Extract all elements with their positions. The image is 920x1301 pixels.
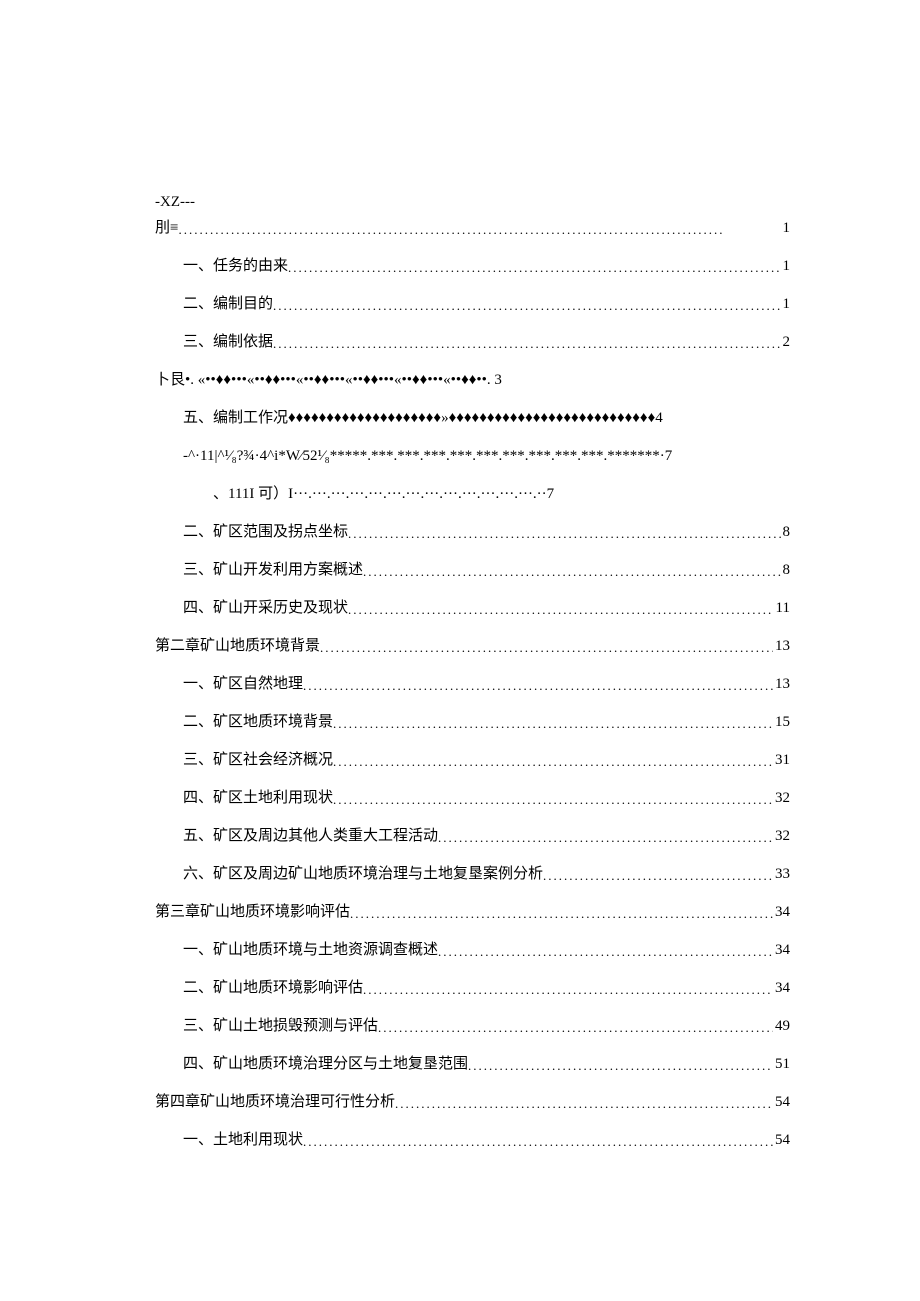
toc-label: 二、矿区地质环境背景 (183, 710, 333, 734)
toc-page: 32 (773, 824, 790, 848)
toc-label: 四、矿山地质环境治理分区与土地复垦范围 (183, 1052, 468, 1076)
toc-leader: ........................................… (333, 790, 773, 810)
toc-page: 8 (781, 558, 791, 582)
toc-label: 一、土地利用现状 (183, 1128, 303, 1152)
toc-label: 二、编制目的 (183, 292, 273, 316)
toc-header-label: 刖≡ (155, 216, 178, 240)
toc-label: -^·11|^¹⁄₈?¾·4^i*W⁄52¹⁄₈*****.***.***.**… (183, 444, 672, 468)
toc-entry: 第二章矿山地质环境背景.............................… (155, 634, 790, 658)
toc-page: 8 (781, 520, 791, 544)
toc-label: 三、矿区社会经济概况 (183, 748, 333, 772)
toc-label: 六、矿区及周边矿山地质环境治理与土地复垦案例分析 (183, 862, 543, 886)
toc-leader: ........................................… (333, 714, 773, 734)
toc-leader: ........................................… (468, 1056, 773, 1076)
toc-entry: 二、矿区地质环境背景..............................… (155, 710, 790, 734)
toc-entry: 四、矿山地质环境治理分区与土地复垦范围.....................… (155, 1052, 790, 1076)
toc-label: 第四章矿山地质环境治理可行性分析 (155, 1090, 395, 1114)
toc-entry: 六、矿区及周边矿山地质环境治理与土地复垦案例分析................… (155, 862, 790, 886)
toc-entry: 二、矿区范围及拐点坐标.............................… (155, 520, 790, 544)
toc-leader: ........................................… (363, 562, 780, 582)
toc-page: 31 (773, 748, 790, 772)
toc-entry: 卜艮•. «••♦♦•••«••♦♦•••«••♦♦•••«••♦♦•••«••… (155, 368, 790, 392)
toc-leader: ........................................… (363, 980, 773, 1000)
toc-page: 34 (773, 938, 790, 962)
toc-entry: 五、矿区及周边其他人类重大工程活动.......................… (155, 824, 790, 848)
toc-entry: 三、矿区社会经济概况..............................… (155, 748, 790, 772)
toc-entry: 二、编制目的..................................… (155, 292, 790, 316)
toc-entry: 三、矿山土地损毁预测与评估...........................… (155, 1014, 790, 1038)
toc-label: 一、矿区自然地理 (183, 672, 303, 696)
toc-entry: 二、矿山地质环境影响评估............................… (155, 976, 790, 1000)
toc-page: 49 (773, 1014, 790, 1038)
toc-label: 三、矿山土地损毁预测与评估 (183, 1014, 378, 1038)
toc-page: 34 (773, 976, 790, 1000)
toc-page: 13 (773, 672, 790, 696)
toc-leader: ........................................… (320, 638, 773, 658)
toc-entry: 一、矿区自然地理................................… (155, 672, 790, 696)
toc-label: 四、矿山开采历史及现状 (183, 596, 348, 620)
toc-entry: 一、土地利用现状................................… (155, 1128, 790, 1152)
toc-leader: ........................................… (303, 676, 773, 696)
toc-leader: ........................................… (333, 752, 773, 772)
toc-label: 、111I 可）I···.···.···.···.···.···.···.···… (213, 482, 554, 506)
toc-label: 第二章矿山地质环境背景 (155, 634, 320, 658)
toc-entry: 第四章矿山地质环境治理可行性分析........................… (155, 1090, 790, 1114)
toc-leader: ........................................… (378, 1018, 773, 1038)
toc-leader: ........................................… (395, 1094, 773, 1114)
toc-leader: ........................................… (303, 1132, 773, 1152)
toc-container: -XZ--- 刖≡ ..............................… (155, 190, 790, 1152)
toc-entry: 四、矿山开采历史及现状.............................… (155, 596, 790, 620)
toc-page: 32 (773, 786, 790, 810)
toc-list: 一、任务的由来.................................… (155, 254, 790, 1152)
toc-page: 15 (773, 710, 790, 734)
toc-leader: ........................................… (543, 866, 773, 886)
toc-leader: ........................................… (438, 828, 773, 848)
toc-label: 卜艮•. «••♦♦•••«••♦♦•••«••♦♦•••«••♦♦•••«••… (155, 368, 502, 392)
toc-entry: 三、编制依据..................................… (155, 330, 790, 354)
toc-page: 54 (773, 1090, 790, 1114)
toc-entry: -^·11|^¹⁄₈?¾·4^i*W⁄52¹⁄₈*****.***.***.**… (155, 444, 790, 468)
toc-header-page: 1 (781, 216, 791, 240)
toc-label: 一、矿山地质环境与土地资源调查概述 (183, 938, 438, 962)
toc-label: 三、编制依据 (183, 330, 273, 354)
toc-label: 二、矿山地质环境影响评估 (183, 976, 363, 1000)
toc-leader: ........................................… (350, 904, 773, 924)
toc-label: 第三章矿山地质环境影响评估 (155, 900, 350, 924)
toc-page: 51 (773, 1052, 790, 1076)
toc-leader: ........................................… (178, 220, 780, 240)
toc-page: 13 (773, 634, 790, 658)
toc-entry: 三、矿山开发利用方案概述............................… (155, 558, 790, 582)
toc-page: 34 (773, 900, 790, 924)
toc-label: 四、矿区土地利用现状 (183, 786, 333, 810)
toc-leader: ........................................… (273, 296, 780, 316)
header-code: -XZ--- (155, 190, 790, 214)
toc-entry: 第三章矿山地质环境影响评估...........................… (155, 900, 790, 924)
toc-leader: ........................................… (348, 524, 780, 544)
toc-label: 五、编制工作况♦♦♦♦♦♦♦♦♦♦♦♦♦♦♦♦♦♦♦♦»♦♦♦♦♦♦♦♦♦♦♦♦… (183, 406, 663, 430)
toc-page: 33 (773, 862, 790, 886)
toc-leader: ........................................… (348, 600, 774, 620)
toc-entry: 一、任务的由来.................................… (155, 254, 790, 278)
toc-page: 11 (774, 596, 790, 620)
toc-leader: ........................................… (288, 258, 780, 278)
toc-label: 一、任务的由来 (183, 254, 288, 278)
toc-page: 1 (781, 292, 791, 316)
toc-label: 五、矿区及周边其他人类重大工程活动 (183, 824, 438, 848)
toc-page: 2 (781, 330, 791, 354)
toc-label: 三、矿山开发利用方案概述 (183, 558, 363, 582)
toc-label: 二、矿区范围及拐点坐标 (183, 520, 348, 544)
toc-entry: 五、编制工作况♦♦♦♦♦♦♦♦♦♦♦♦♦♦♦♦♦♦♦♦»♦♦♦♦♦♦♦♦♦♦♦♦… (155, 406, 790, 430)
toc-entry: 一、矿山地质环境与土地资源调查概述.......................… (155, 938, 790, 962)
toc-page: 54 (773, 1128, 790, 1152)
toc-leader: ........................................… (273, 334, 780, 354)
toc-leader: ........................................… (438, 942, 773, 962)
toc-page: 1 (781, 254, 791, 278)
toc-header-entry: 刖≡ .....................................… (155, 216, 790, 240)
toc-entry: 四、矿区土地利用现状..............................… (155, 786, 790, 810)
toc-entry: 、111I 可）I···.···.···.···.···.···.···.···… (155, 482, 790, 506)
